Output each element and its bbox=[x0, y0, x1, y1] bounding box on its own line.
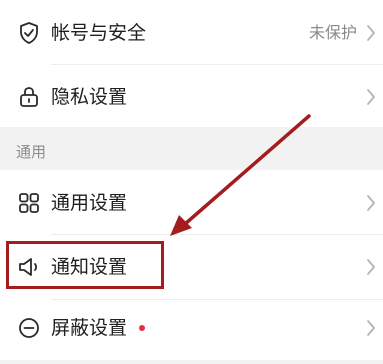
annotation-arrow bbox=[170, 114, 311, 236]
